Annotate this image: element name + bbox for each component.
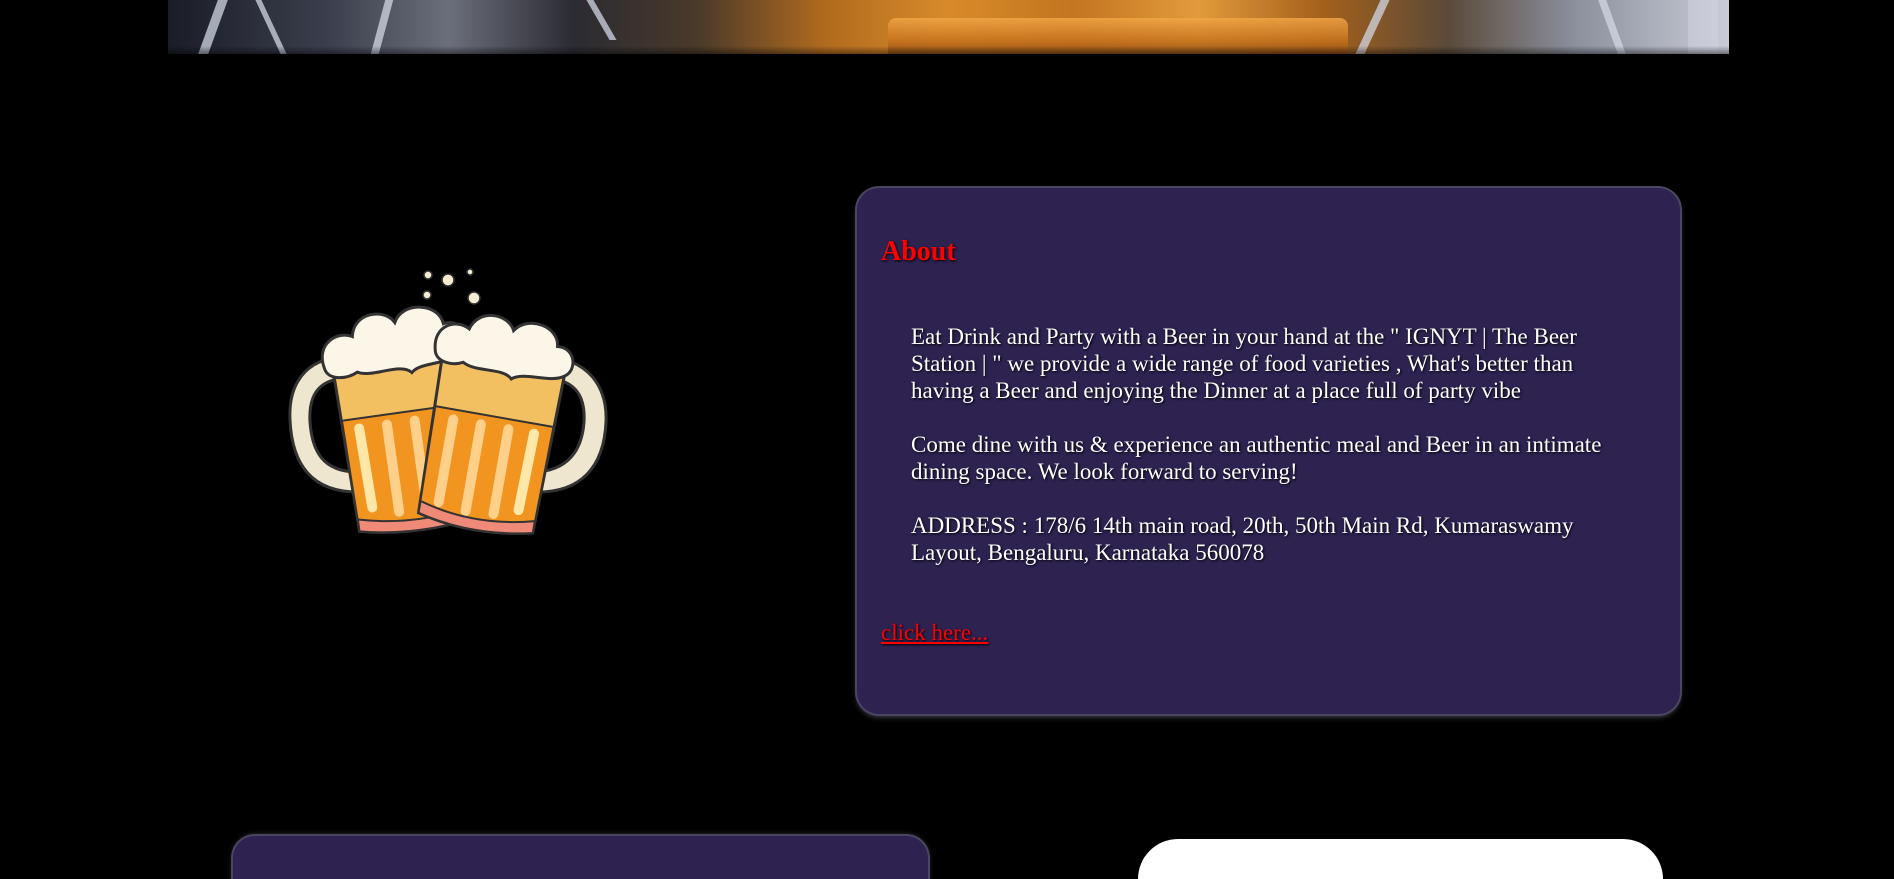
hero-banner-image (168, 0, 1729, 54)
about-card: About Eat Drink and Party with a Beer in… (857, 188, 1680, 714)
beer-mugs-icon (288, 268, 608, 535)
about-heading: About (881, 236, 956, 267)
about-text: Eat Drink and Party with a Beer in your … (911, 323, 1611, 593)
address-text: ADDRESS : 178/6 14th main road, 20th, 50… (911, 513, 1574, 565)
click-here-link[interactable]: click here... (881, 620, 988, 646)
about-paragraph-dine: Come dine with us & experience an authen… (911, 432, 1602, 484)
about-paragraph-intro: Eat Drink and Party with a Beer in your … (911, 324, 1577, 403)
page: About Eat Drink and Party with a Beer in… (0, 0, 1894, 879)
bottom-left-card (233, 836, 928, 879)
bottom-right-card (1138, 839, 1663, 879)
